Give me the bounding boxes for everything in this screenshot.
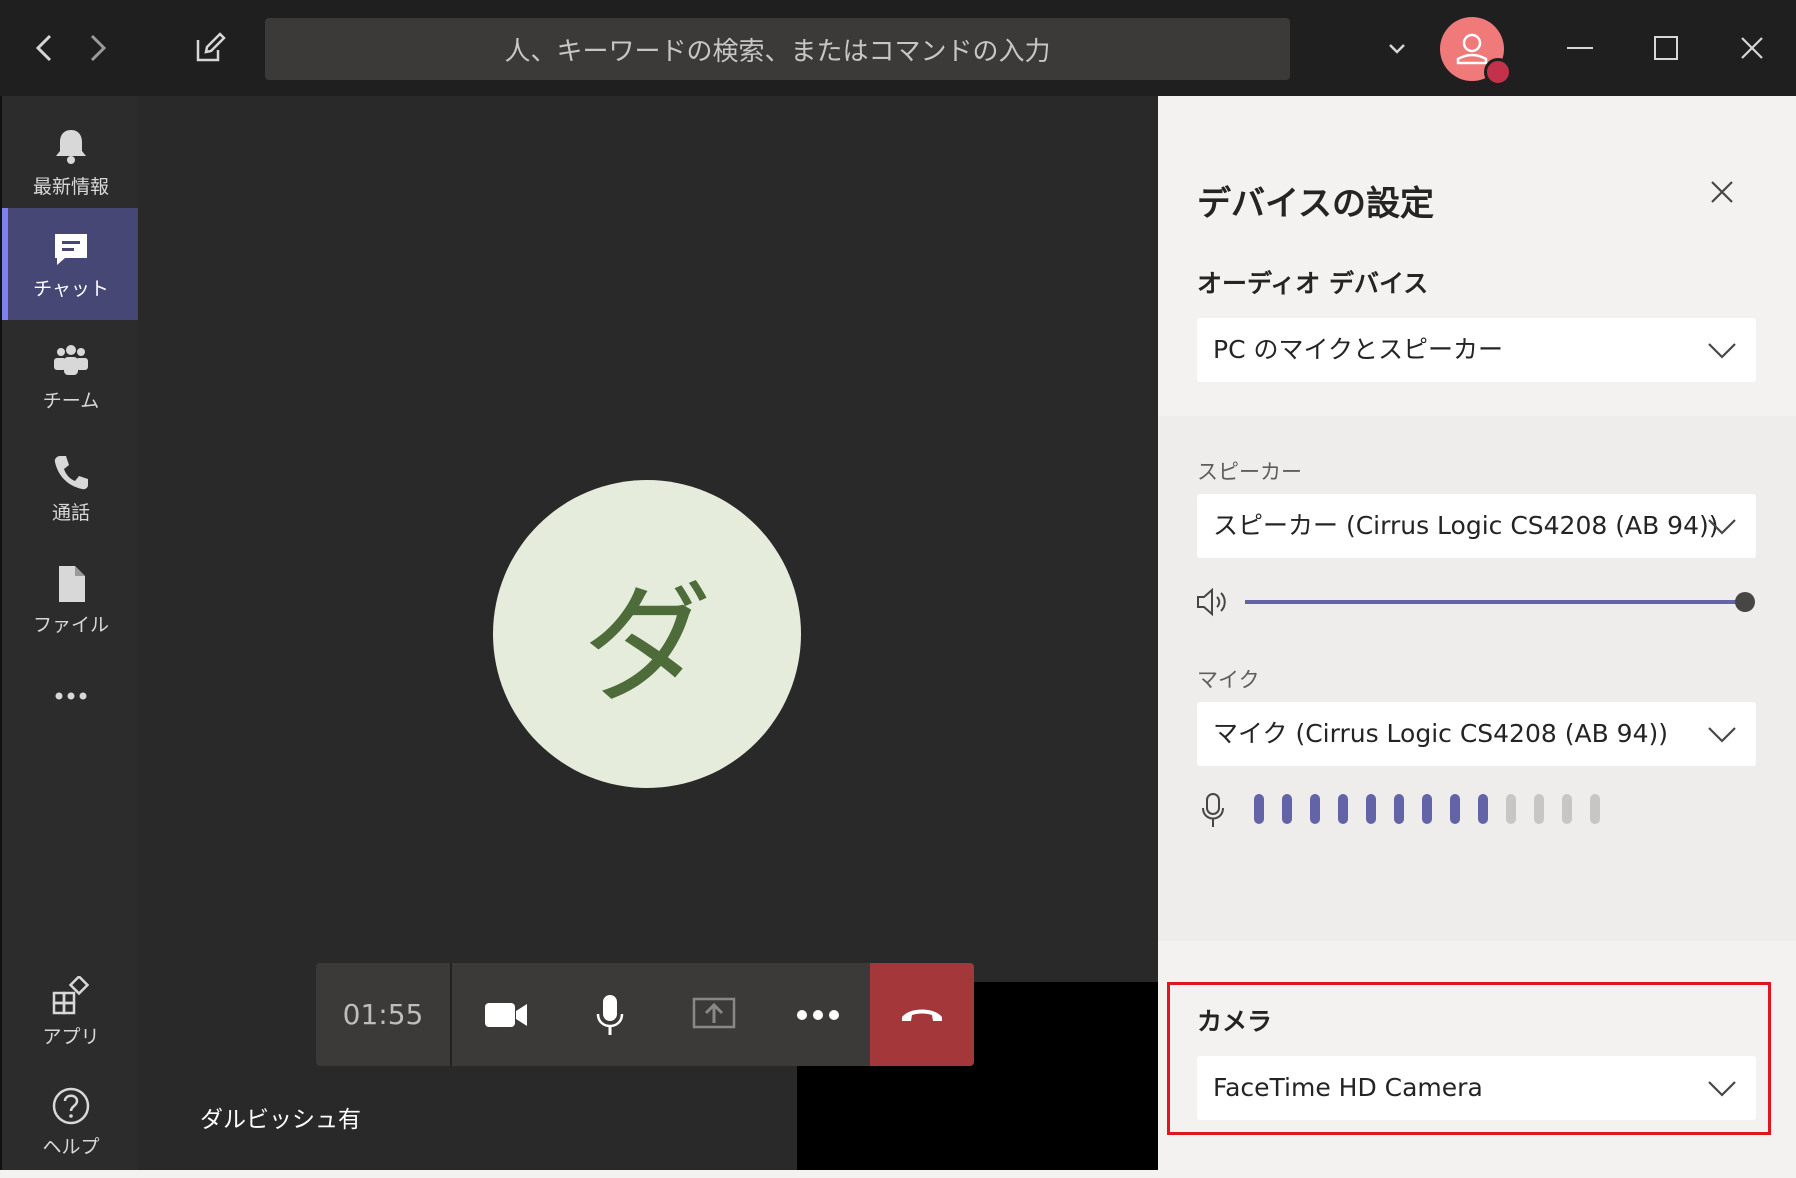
bell-icon bbox=[56, 130, 86, 164]
rail-item-files[interactable]: ファイル bbox=[2, 544, 140, 656]
rail-item-activity[interactable]: 最新情報 bbox=[2, 106, 140, 218]
more-icon bbox=[55, 692, 87, 700]
speaker-volume-icon bbox=[1195, 586, 1231, 618]
minimize-icon[interactable] bbox=[1562, 30, 1598, 66]
search-input[interactable]: 人、キーワードの検索、またはコマンドの入力 bbox=[265, 18, 1290, 80]
mic-toggle-button[interactable] bbox=[558, 963, 662, 1066]
mic-level-bar bbox=[1506, 794, 1516, 824]
close-icon[interactable] bbox=[1734, 30, 1770, 66]
mic-label: マイク bbox=[1197, 668, 1260, 692]
mic-level-bar bbox=[1590, 794, 1600, 824]
mic-level-bar bbox=[1394, 794, 1404, 824]
panel-close-icon[interactable] bbox=[1710, 180, 1746, 216]
mic-level-bar bbox=[1478, 794, 1488, 824]
audio-device-value: PC のマイクとスピーカー bbox=[1213, 335, 1503, 364]
speaker-select[interactable]: スピーカー (Cirrus Logic CS4208 (AB 94)) bbox=[1197, 494, 1756, 558]
app-rail: 最新情報 チャット チーム 通話 ファイル アプリ ヘルプ bbox=[0, 96, 140, 1170]
call-controls: 01:55 bbox=[316, 963, 974, 1066]
mic-level-bar bbox=[1338, 794, 1348, 824]
mic-level-bar bbox=[1366, 794, 1376, 824]
video-camera-icon bbox=[485, 1002, 527, 1027]
teams-icon bbox=[54, 345, 88, 375]
mic-value: マイク (Cirrus Logic CS4208 (AB 94)) bbox=[1213, 719, 1668, 748]
call-timer: 01:55 bbox=[316, 963, 452, 1066]
camera-toggle-button[interactable] bbox=[454, 963, 558, 1066]
mic-select[interactable]: マイク (Cirrus Logic CS4208 (AB 94)) bbox=[1197, 702, 1756, 766]
volume-slider-thumb[interactable] bbox=[1735, 592, 1755, 612]
rail-label: 通話 bbox=[51, 502, 90, 524]
more-icon bbox=[797, 1009, 839, 1020]
title-bar: 人、キーワードの検索、またはコマンドの入力 bbox=[0, 0, 1796, 96]
mic-level-bar bbox=[1310, 794, 1320, 824]
phone-icon bbox=[54, 456, 88, 490]
speaker-label: スピーカー bbox=[1197, 460, 1302, 484]
caller-avatar: ダ bbox=[493, 480, 801, 788]
rail-label: チャット bbox=[33, 278, 109, 300]
hang-up-button[interactable] bbox=[870, 963, 974, 1066]
microphone-icon bbox=[596, 994, 624, 1035]
file-icon bbox=[59, 566, 85, 602]
rail-item-help[interactable]: ヘルプ bbox=[2, 1066, 140, 1178]
camera-highlight-box bbox=[1167, 982, 1771, 1135]
mic-level-bar bbox=[1562, 794, 1572, 824]
mic-level-bar bbox=[1450, 794, 1460, 824]
volume-slider-fill bbox=[1245, 600, 1745, 604]
apps-icon bbox=[52, 976, 90, 1015]
mic-level-icon bbox=[1200, 792, 1226, 828]
chevron-down-icon bbox=[1708, 343, 1736, 359]
speaker-value: スピーカー (Cirrus Logic CS4208 (AB 94)) bbox=[1213, 511, 1719, 540]
rail-label: チーム bbox=[42, 390, 100, 412]
rail-label: ヘルプ bbox=[42, 1136, 100, 1158]
compose-icon[interactable] bbox=[190, 28, 230, 68]
mic-level-meter bbox=[1254, 794, 1614, 826]
rail-label: アプリ bbox=[42, 1026, 100, 1048]
forward-arrow-icon[interactable] bbox=[78, 28, 118, 68]
panel-title: デバイスの設定 bbox=[1197, 184, 1434, 224]
rail-label: 最新情報 bbox=[32, 176, 109, 198]
mic-level-bar bbox=[1282, 794, 1292, 824]
help-icon bbox=[52, 1087, 90, 1125]
share-screen-icon bbox=[692, 997, 736, 1028]
rail-item-teams[interactable]: チーム bbox=[2, 320, 140, 432]
rail-item-apps[interactable]: アプリ bbox=[2, 956, 140, 1068]
audio-device-select[interactable]: PC のマイクとスピーカー bbox=[1197, 318, 1756, 382]
hang-up-icon bbox=[902, 1009, 942, 1021]
share-screen-button[interactable] bbox=[662, 963, 766, 1066]
mic-level-bar bbox=[1534, 794, 1544, 824]
volume-slider-track[interactable] bbox=[1245, 592, 1755, 612]
caller-name: ダルビッシュ有 bbox=[200, 1107, 361, 1133]
mic-level-bar bbox=[1254, 794, 1264, 824]
rail-label: ファイル bbox=[32, 614, 109, 636]
presence-busy-icon bbox=[1484, 58, 1512, 86]
more-actions-button[interactable] bbox=[766, 963, 870, 1066]
chat-icon bbox=[55, 234, 87, 265]
chevron-down-icon bbox=[1708, 727, 1736, 743]
maximize-icon[interactable] bbox=[1648, 30, 1684, 66]
audio-section-title: オーディオ デバイス bbox=[1197, 269, 1429, 298]
mic-level-bar bbox=[1422, 794, 1432, 824]
chevron-down-icon bbox=[1708, 519, 1736, 535]
rail-item-calls[interactable]: 通話 bbox=[2, 432, 140, 544]
chevron-down-icon[interactable] bbox=[1382, 34, 1412, 64]
rail-item-more[interactable] bbox=[2, 656, 140, 736]
back-arrow-icon[interactable] bbox=[24, 28, 64, 68]
rail-item-chat[interactable]: チャット bbox=[2, 208, 140, 320]
